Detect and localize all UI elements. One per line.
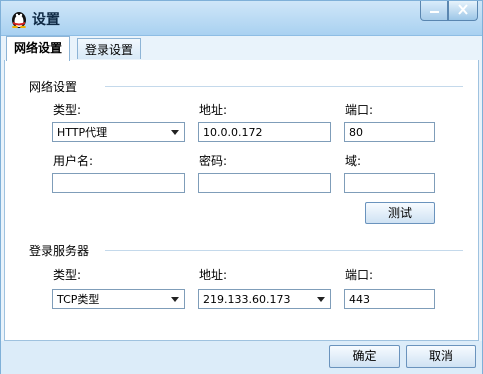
- domain-label: 域:: [345, 154, 362, 168]
- dialog-footer: 确定 取消: [1, 341, 482, 374]
- proxy-type-label: 类型:: [53, 103, 82, 117]
- tab-strip: 网络设置 登录设置: [4, 36, 479, 61]
- cancel-button[interactable]: 取消: [406, 345, 476, 368]
- proxy-port-input[interactable]: 80: [344, 122, 435, 142]
- chevron-down-icon: [171, 130, 179, 135]
- proxy-port-label: 端口:: [345, 103, 374, 117]
- server-address-label: 地址:: [199, 268, 228, 282]
- section-divider: [105, 86, 463, 87]
- title-bar[interactable]: 设置: [1, 1, 482, 36]
- settings-window: 设置 网络设置 登录设置 网络设置 类型: 地址: 端口: HTTP代理 10.…: [0, 0, 483, 374]
- login-server-section-title: 登录服务器: [29, 244, 90, 258]
- server-port-label: 端口:: [345, 268, 374, 282]
- ok-button[interactable]: 确定: [329, 345, 400, 368]
- proxy-type-select[interactable]: HTTP代理: [52, 122, 185, 142]
- chevron-down-icon: [171, 297, 179, 302]
- server-address-value: 219.133.60.173: [203, 293, 291, 306]
- server-type-label: 类型:: [53, 268, 82, 282]
- server-type-value: TCP类型: [57, 293, 100, 306]
- close-button[interactable]: [448, 1, 478, 21]
- password-label: 密码:: [199, 154, 228, 168]
- minimize-icon: [430, 11, 439, 13]
- test-button[interactable]: 测试: [365, 202, 435, 224]
- username-input[interactable]: [52, 173, 185, 193]
- tab-network-settings[interactable]: 网络设置: [6, 36, 71, 61]
- password-input[interactable]: [198, 173, 331, 193]
- server-address-select[interactable]: 219.133.60.173: [198, 289, 331, 309]
- window-title: 设置: [32, 12, 60, 28]
- close-icon: [458, 4, 468, 15]
- tab-login-settings[interactable]: 登录设置: [77, 38, 142, 59]
- proxy-address-label: 地址:: [199, 103, 228, 117]
- proxy-address-input[interactable]: 10.0.0.172: [198, 122, 331, 142]
- proxy-type-value: HTTP代理: [57, 126, 108, 139]
- tab-panel: 网络设置 类型: 地址: 端口: HTTP代理 10.0.0.172 80 用户…: [4, 60, 479, 341]
- server-port-input[interactable]: 443: [344, 289, 435, 309]
- section-divider: [105, 250, 463, 251]
- penguin-icon: [12, 12, 26, 28]
- server-type-select[interactable]: TCP类型: [52, 289, 185, 309]
- chevron-down-icon: [317, 297, 325, 302]
- domain-input[interactable]: [344, 173, 435, 193]
- network-section-title: 网络设置: [29, 80, 78, 94]
- minimize-button[interactable]: [420, 1, 448, 21]
- username-label: 用户名:: [53, 154, 94, 168]
